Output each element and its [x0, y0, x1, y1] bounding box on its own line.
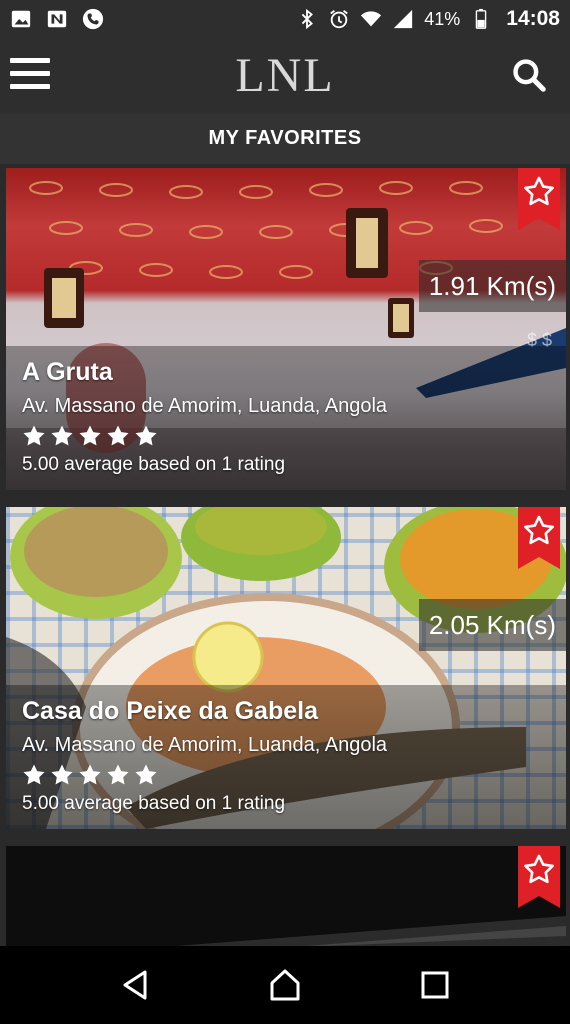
system-nav-bar	[0, 946, 570, 1024]
battery-percent: 41%	[424, 8, 461, 29]
star-icon	[107, 764, 129, 785]
image-icon	[11, 10, 31, 28]
restaurant-name: Casa do Peixe da Gabela	[22, 697, 318, 725]
restaurant-address: Av. Massano de Amorim, Luanda, Angola	[22, 734, 388, 756]
n-icon	[47, 10, 67, 28]
home-button[interactable]	[263, 963, 307, 1007]
star-icon	[51, 764, 73, 785]
search-icon	[513, 59, 546, 92]
rating-stars	[22, 763, 550, 787]
star-icon	[23, 425, 45, 446]
status-bar: 41% 14:08	[0, 0, 570, 38]
home-icon	[270, 969, 300, 1001]
star-icon	[135, 764, 157, 785]
star-icon	[79, 425, 101, 446]
restaurant-photo	[6, 846, 566, 946]
phone-icon	[82, 8, 104, 30]
alarm-icon	[330, 10, 349, 29]
star-icon	[79, 764, 101, 785]
page-title: MY FAVORITES	[0, 114, 570, 164]
star-icon	[135, 425, 157, 446]
search-button[interactable]	[510, 56, 548, 94]
restaurant-name: A Gruta	[22, 358, 113, 386]
back-icon	[123, 970, 147, 1000]
bluetooth-icon	[302, 8, 314, 30]
restaurant-card[interactable]: 1.91 Km(s) $ $ A Gruta Av. Massano de Am…	[6, 168, 566, 490]
restaurant-address: Av. Massano de Amorim, Luanda, Angola	[22, 395, 388, 417]
distance-label: 1.91 Km(s)	[418, 260, 566, 312]
star-icon	[23, 764, 45, 785]
star-icon	[107, 425, 129, 446]
restaurant-card[interactable]	[6, 846, 566, 946]
signal-icon	[394, 9, 413, 29]
favorite-bookmark-icon[interactable]	[518, 507, 560, 569]
wifi-icon	[361, 11, 382, 27]
rating-stars	[22, 424, 550, 448]
restaurant-info: A Gruta Av. Massano de Amorim, Luanda, A…	[6, 346, 566, 490]
back-button[interactable]	[113, 963, 157, 1007]
battery-icon	[476, 8, 487, 29]
favorite-bookmark-icon[interactable]	[518, 846, 560, 908]
app-bar: LNL	[0, 38, 570, 114]
recents-icon	[421, 971, 449, 999]
favorite-bookmark-icon[interactable]	[518, 168, 560, 230]
restaurant-card[interactable]: 2.05 Km(s) Casa do Peixe da Gabela Av. M…	[6, 507, 566, 829]
recents-button[interactable]	[413, 963, 457, 1007]
rating-summary: 5.00 average based on 1 rating	[22, 793, 286, 814]
clock: 14:08	[506, 7, 560, 30]
restaurant-info: Casa do Peixe da Gabela Av. Massano de A…	[6, 685, 566, 829]
rating-summary: 5.00 average based on 1 rating	[22, 454, 286, 475]
distance-label: 2.05 Km(s)	[418, 599, 566, 651]
star-icon	[51, 425, 73, 446]
app-logo: LNL	[235, 49, 335, 102]
